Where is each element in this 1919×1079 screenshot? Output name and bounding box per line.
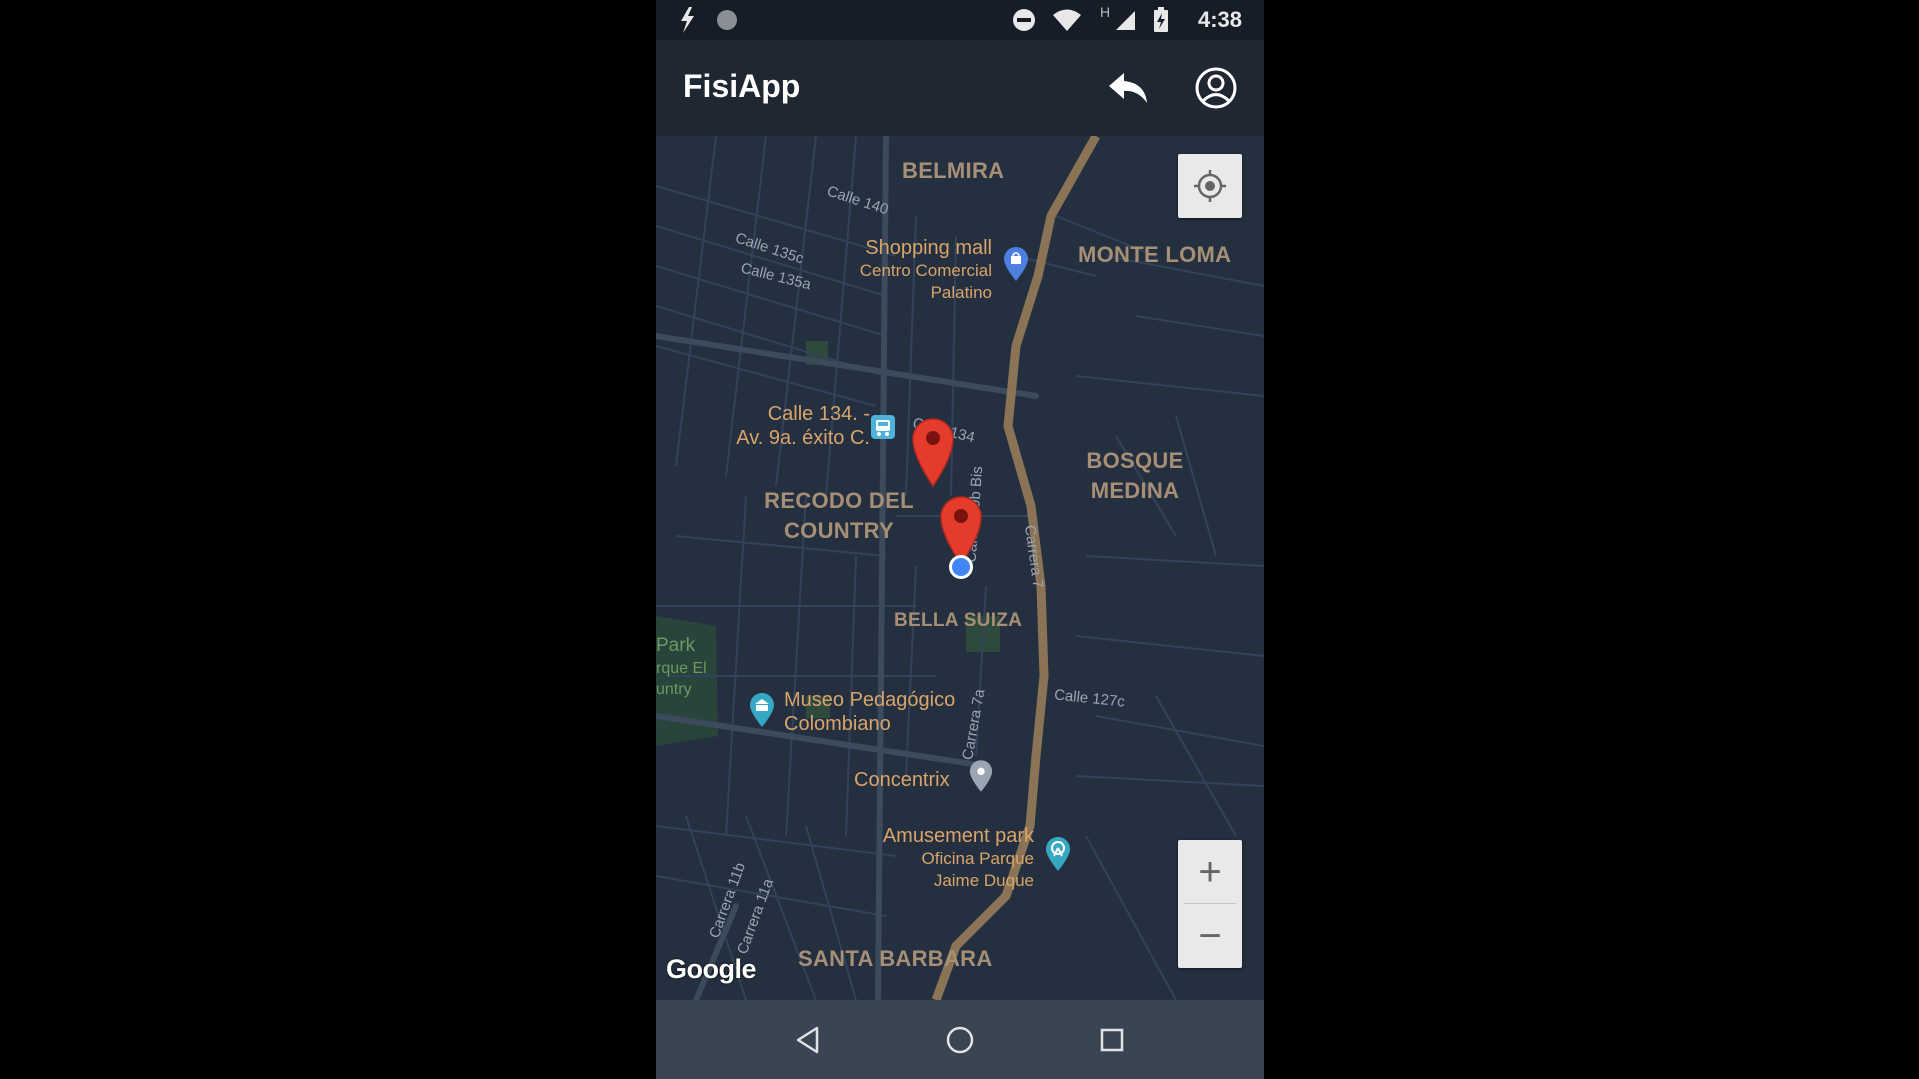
app-bar: FisiApp	[656, 40, 1264, 136]
account-button[interactable]	[1190, 62, 1242, 114]
poi-museum[interactable]: Museo Pedagógico Colombiano	[784, 688, 955, 736]
clock: 4:38	[1197, 7, 1243, 32]
red-marker-icon[interactable]	[910, 416, 956, 488]
dot-icon	[714, 0, 740, 40]
poi-amusement-park[interactable]: Amusement park Oficina Parque Jaime Duqu…	[854, 824, 1034, 892]
zoom-out-button[interactable]: −	[1178, 904, 1242, 968]
amusement-park-icon[interactable]	[1044, 836, 1072, 872]
crosshair-icon	[1194, 170, 1226, 202]
reply-icon	[1109, 73, 1147, 103]
poi-line: Park	[656, 635, 696, 656]
area-label-bella-suiza: BELLA SUIZA	[894, 610, 1023, 631]
poi-line: Av. 9a. éxito C.	[736, 427, 870, 449]
my-location-button[interactable]	[1178, 154, 1242, 218]
poi-subtitle: Centro Comercial	[859, 261, 992, 280]
poi-title: Shopping mall	[865, 237, 992, 259]
app-title: FisiApp	[683, 68, 801, 104]
poi-line: untry	[656, 681, 692, 698]
poi-line: Museo Pedagógico	[784, 689, 956, 711]
poi-title: Amusement park	[882, 825, 1034, 847]
area-label-bosque-medina: BOSQUE MEDINA	[1080, 446, 1190, 506]
battery-charging-icon	[1150, 0, 1172, 40]
status-bar: H 4:38	[656, 0, 1264, 40]
poi-shopping-mall[interactable]: Shopping mall Centro Comercial Palatino	[852, 236, 992, 304]
google-attribution: Google	[666, 954, 757, 984]
navigation-bar	[656, 1000, 1264, 1079]
reply-button[interactable]	[1102, 62, 1154, 114]
recents-button[interactable]	[1090, 1018, 1134, 1062]
area-label-belmira: BELMIRA	[902, 158, 1005, 183]
poi-subtitle: Palatino	[930, 283, 992, 302]
area-label-line: MEDINA	[1090, 478, 1180, 503]
account-circle-icon	[1195, 67, 1237, 109]
back-button[interactable]	[786, 1018, 830, 1062]
poi-line: Calle 134. -	[767, 403, 870, 425]
place-pin-icon[interactable]	[968, 758, 994, 794]
bolt-icon	[674, 0, 700, 40]
poi-subtitle: Oficina Parque	[921, 849, 1034, 868]
shopping-bag-icon[interactable]	[1002, 246, 1030, 282]
area-label-line: BOSQUE	[1086, 448, 1184, 473]
do-not-disturb-icon	[1010, 0, 1038, 40]
museum-icon[interactable]	[748, 692, 776, 728]
area-label-santa-barbara: SANTA BARBARA	[798, 946, 993, 971]
poi-transit-stop[interactable]: Calle 134. - Av. 9a. éxito C.	[720, 402, 870, 450]
poi-concentrix[interactable]: Concentrix	[854, 768, 950, 792]
map-view[interactable]: BELMIRA MONTE LOMA BOSQUE MEDINA RECODO …	[656, 136, 1264, 1000]
poi-subtitle: Jaime Duque	[933, 871, 1034, 890]
area-label-line: COUNTRY	[783, 518, 895, 543]
poi-line: rque El	[656, 660, 707, 677]
recents-square-icon	[1100, 1028, 1124, 1052]
poi-park[interactable]: Park rque El untry	[656, 634, 707, 700]
signal-icon	[1112, 0, 1138, 40]
home-circle-icon	[946, 1026, 974, 1054]
bus-stop-icon[interactable]	[870, 414, 896, 440]
zoom-in-button[interactable]: +	[1178, 840, 1242, 904]
my-location-dot	[949, 555, 973, 579]
area-label-recodo-del-country: RECODO DEL COUNTRY	[764, 486, 914, 546]
area-label-monte-loma: MONTE LOMA	[1078, 242, 1232, 267]
phone-screen: H 4:38 FisiApp BELMIRA MONTE LOMA BOSQUE…	[656, 0, 1264, 1079]
zoom-controls: + −	[1178, 840, 1242, 968]
poi-line: Colombiano	[784, 713, 891, 735]
area-label-line: RECODO DEL	[764, 488, 914, 513]
wifi-icon	[1050, 0, 1084, 40]
home-button[interactable]	[938, 1018, 982, 1062]
back-triangle-icon	[796, 1026, 819, 1054]
